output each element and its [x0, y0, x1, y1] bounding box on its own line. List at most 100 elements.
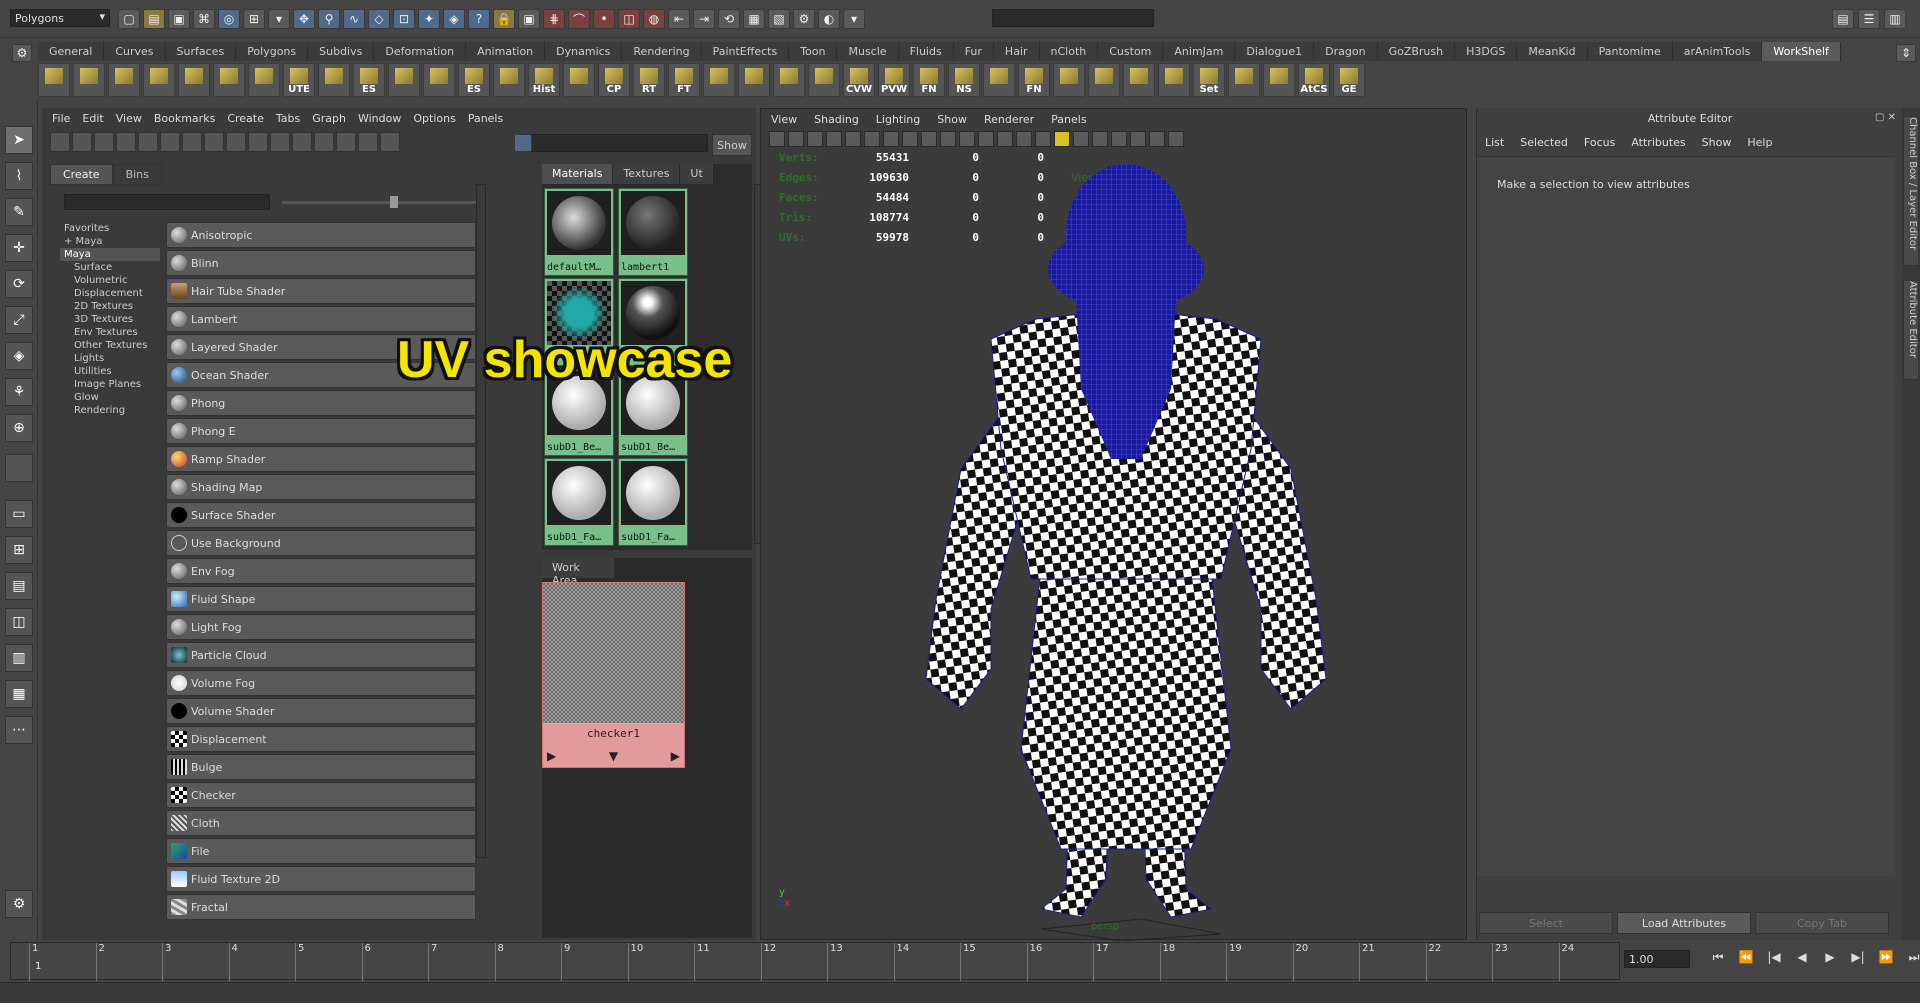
shelf-tab[interactable]: Muscle — [837, 42, 899, 61]
material-swatch[interactable]: defaultM… — [544, 188, 614, 276]
attribute-menu-item[interactable]: Selected — [1520, 136, 1568, 149]
create-node-item[interactable]: Shading Map — [166, 474, 476, 500]
tree-item[interactable]: Rendering — [60, 404, 160, 417]
hypershade-menu-item[interactable]: File — [52, 112, 70, 126]
shelf-button[interactable] — [983, 63, 1015, 97]
tree-item[interactable]: Maya — [60, 248, 160, 261]
create-node-item[interactable]: Particle Cloud — [166, 642, 476, 668]
lasso-tool-icon[interactable]: ⌇ — [5, 162, 33, 190]
panel-close-icon[interactable]: ▢ ✕ — [1875, 112, 1896, 123]
create-node-item[interactable]: Lambert — [166, 306, 476, 332]
shelf-tab[interactable]: Surfaces — [165, 42, 237, 61]
shelf-tab[interactable]: arAnimTools — [1672, 42, 1763, 61]
create-node-item[interactable]: Fluid Shape — [166, 586, 476, 612]
channel-box-toggle-icon[interactable]: ▥ — [1884, 9, 1906, 29]
select-misc-icon[interactable]: ? — [468, 9, 490, 29]
move-tool-icon[interactable]: ✛ — [5, 234, 33, 262]
select-tool-icon[interactable]: ➤ — [5, 126, 33, 154]
lock-selection-icon[interactable]: 🔒 — [493, 9, 515, 29]
gate-mask-icon[interactable] — [902, 131, 918, 147]
bookmark-icon[interactable] — [807, 131, 823, 147]
channel-box-tab[interactable]: Channel Box / Layer Editor — [1903, 116, 1919, 266]
graph-downstream-icon[interactable] — [182, 132, 202, 152]
create-node-item[interactable]: Phong E — [166, 418, 476, 444]
shelf-tab[interactable]: Toon — [789, 42, 838, 61]
tool-settings-toggle-icon[interactable]: ☰ — [1858, 9, 1880, 29]
create-node-item[interactable]: Fractal — [166, 894, 476, 920]
safe-action-icon[interactable] — [940, 131, 956, 147]
shelf-button[interactable]: FT — [668, 63, 700, 97]
select-handle-icon[interactable]: ✥ — [293, 9, 315, 29]
shelf-button[interactable]: GE — [1333, 63, 1365, 97]
shelf-button[interactable]: PVW — [878, 63, 910, 97]
material-tab[interactable]: Materials — [542, 164, 614, 184]
wireframe-icon[interactable] — [978, 131, 994, 147]
node-editor-icon[interactable] — [1168, 131, 1184, 147]
render-settings-icon[interactable]: ⚙ — [793, 9, 815, 29]
layout-both-icon[interactable] — [116, 132, 136, 152]
select-surface-icon[interactable]: ◇ — [368, 9, 390, 29]
viewport-menu-item[interactable]: Lighting — [876, 113, 920, 126]
shelf-menu-icon[interactable]: ⚙ — [12, 44, 32, 62]
attribute-editor-tab[interactable]: Attribute Editor — [1903, 280, 1919, 380]
layout-single-icon[interactable]: ▭ — [5, 500, 33, 528]
shelf-tab[interactable]: PaintEffects — [701, 42, 790, 61]
shelf-button[interactable]: UTE — [283, 63, 315, 97]
shelf-button[interactable]: ES — [458, 63, 490, 97]
create-tab[interactable]: Bins — [112, 164, 162, 185]
image-plane-icon[interactable] — [826, 131, 842, 147]
create-node-item[interactable]: Volume Shader — [166, 698, 476, 724]
shelf-button[interactable] — [73, 63, 105, 97]
input-connections-icon[interactable] — [270, 132, 290, 152]
create-node-item[interactable]: Volume Fog — [166, 670, 476, 696]
create-node-item[interactable]: Displacement — [166, 726, 476, 752]
shelf-button[interactable] — [1088, 63, 1120, 97]
render-current-icon[interactable]: ▦ — [743, 9, 765, 29]
quick-selection-field[interactable] — [992, 9, 1154, 27]
play-forwards-icon[interactable]: ▶ — [1820, 950, 1840, 968]
create-node-item[interactable]: Use Background — [166, 530, 476, 556]
shelf-button[interactable] — [738, 63, 770, 97]
shelf-tab[interactable]: Animation — [466, 42, 546, 61]
shelf-tab[interactable]: Dialogue1 — [1235, 42, 1315, 61]
xray-joints-icon[interactable] — [1149, 131, 1165, 147]
hypershade-menu-item[interactable]: Edit — [82, 112, 103, 126]
shelf-button[interactable] — [703, 63, 735, 97]
material-tab[interactable]: Ut — [680, 164, 714, 184]
snap-point-icon[interactable]: • — [593, 9, 615, 29]
create-node-item[interactable]: Blinn — [166, 250, 476, 276]
hypershade-menu-item[interactable]: Create — [227, 112, 264, 126]
shelf-button[interactable] — [808, 63, 840, 97]
smooth-shade-icon[interactable] — [997, 131, 1013, 147]
tree-item[interactable]: Lights — [60, 352, 160, 365]
tree-item[interactable]: Env Textures — [60, 326, 160, 339]
work-area-tab[interactable]: Work Area — [542, 558, 614, 587]
layout-uv-icon[interactable]: ▦ — [5, 680, 33, 708]
refresh-icon[interactable] — [314, 132, 334, 152]
shelf-button[interactable] — [248, 63, 280, 97]
shelf-button[interactable] — [773, 63, 805, 97]
rotate-tool-icon[interactable]: ⟳ — [5, 270, 33, 298]
shelf-scroll-icon[interactable]: ⇕ — [1896, 44, 1916, 62]
shelf-button[interactable] — [178, 63, 210, 97]
show-button[interactable]: Show — [712, 134, 752, 156]
input-port-icon[interactable]: ▶ — [547, 749, 556, 763]
shelf-button[interactable]: AtCS — [1298, 63, 1330, 97]
material-tab[interactable]: Textures — [613, 164, 681, 184]
create-node-item[interactable]: Surface Shader — [166, 502, 476, 528]
shelf-button[interactable]: NS — [948, 63, 980, 97]
tree-item[interactable]: Utilities — [60, 365, 160, 378]
hypershade-menu-item[interactable]: View — [116, 112, 142, 126]
isolate-select-icon[interactable] — [1111, 131, 1127, 147]
step-back-icon[interactable]: ⏪ — [1736, 950, 1756, 968]
shelf-tab[interactable]: Curves — [104, 42, 166, 61]
hypershade-menu-item[interactable]: Options — [413, 112, 455, 126]
hypershade-menu-item[interactable]: Bookmarks — [154, 112, 215, 126]
layout-four-icon[interactable]: ⊞ — [5, 536, 33, 564]
attribute-editor-button[interactable]: Select — [1479, 912, 1613, 934]
step-back-key-icon[interactable]: |◀ — [1764, 950, 1784, 968]
shelf-tab[interactable]: MeanKid — [1517, 42, 1588, 61]
snap-grid-icon[interactable]: ⋕ — [543, 9, 565, 29]
shelf-button[interactable] — [1123, 63, 1155, 97]
shelf-tab[interactable]: Hair — [993, 42, 1040, 61]
